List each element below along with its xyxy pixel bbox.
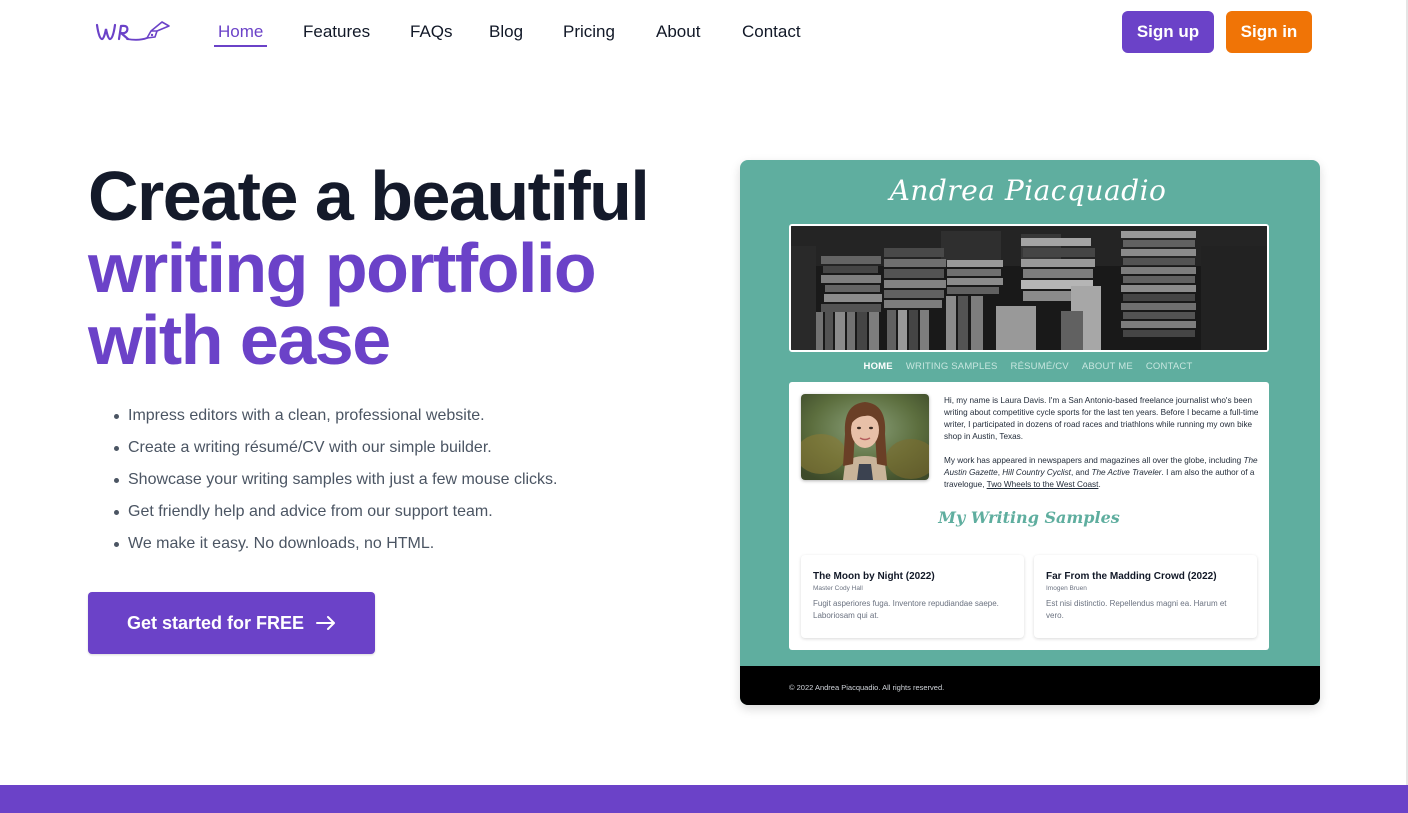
bio-text: . (1098, 480, 1101, 489)
nav-home[interactable]: Home (218, 21, 263, 43)
preview-copyright: © 2022 Andrea Piacquadio. All rights res… (789, 683, 945, 692)
feature-text: Impress editors with a clean, profession… (128, 407, 485, 424)
get-started-button[interactable]: Get started for FREE (88, 592, 375, 654)
bullet-icon (114, 478, 119, 483)
bullet-icon (114, 510, 119, 515)
bio-paragraph-1: Hi, my name is Laura Davis. I'm a San An… (944, 396, 1259, 441)
preview-nav-resume[interactable]: RÉSUMÉ/CV (1011, 361, 1069, 372)
preview-site-name: Andrea Piacquadio (889, 174, 1167, 207)
bullet-icon (114, 446, 119, 451)
portrait-image (801, 394, 929, 480)
active-nav-indicator (214, 45, 267, 47)
sign-in-button[interactable]: Sign in (1226, 11, 1312, 53)
author-bio: Hi, my name is Laura Davis. I'm a San An… (944, 395, 1259, 491)
author-photo (801, 394, 929, 480)
preview-footer: © 2022 Andrea Piacquadio. All rights res… (740, 666, 1320, 705)
feature-text: Showcase your writing samples with just … (128, 471, 558, 488)
sample-description: Fugit asperiores fuga. Inventore repudia… (813, 599, 999, 620)
hero-title-line-3: with ease (88, 301, 391, 379)
bookstack-image (791, 226, 1267, 350)
sample-author: Master Cody Hall (813, 585, 863, 592)
feature-item: Impress editors with a clean, profession… (114, 400, 558, 432)
feature-list: Impress editors with a clean, profession… (114, 400, 558, 560)
bio-text: , and (1070, 468, 1092, 477)
hero-title-line-2: writing portfolio (88, 229, 597, 307)
arrow-right-icon (316, 616, 336, 630)
get-started-label: Get started for FREE (126, 612, 305, 633)
publication-name: The Active Traveler (1091, 468, 1162, 477)
sample-title: The Moon by Night (2022) (813, 571, 935, 582)
preview-nav-home[interactable]: HOME (864, 361, 893, 372)
book-link[interactable]: Two Wheels to the West Coast (987, 480, 1099, 489)
sample-author: Imogen Bruen (1046, 585, 1087, 592)
feature-text: We make it easy. No downloads, no HTML. (128, 535, 435, 552)
writing-sample-card[interactable]: The Moon by Night (2022) Master Cody Hal… (801, 555, 1024, 638)
bullet-icon (114, 542, 119, 547)
next-section-band (0, 785, 1408, 813)
preview-content-card: Hi, my name is Laura Davis. I'm a San An… (789, 382, 1269, 650)
feature-item: Create a writing résumé/CV with our simp… (114, 432, 558, 464)
nav-about[interactable]: About (656, 21, 700, 43)
bio-paragraph-2: My work has appeared in newspapers and m… (944, 455, 1259, 491)
nav-pricing[interactable]: Pricing (563, 21, 615, 43)
sample-description: Est nisi distinctio. Repellendus magni e… (1046, 599, 1227, 620)
preview-banner-image (789, 224, 1269, 352)
preview-nav-contact[interactable]: CONTACT (1146, 361, 1193, 372)
sample-title: Far From the Madding Crowd (2022) (1046, 571, 1217, 582)
feature-text: Get friendly help and advice from our su… (128, 503, 493, 520)
bullet-icon (114, 414, 119, 419)
bio-text: My work has appeared in newspapers and m… (944, 456, 1244, 465)
sign-up-button[interactable]: Sign up (1122, 11, 1214, 53)
feature-text: Create a writing résumé/CV with our simp… (128, 439, 492, 456)
writing-samples-heading: My Writing Samples (938, 508, 1120, 527)
preview-nav: HOME WRITING SAMPLES RÉSUMÉ/CV ABOUT ME … (740, 361, 1320, 372)
hero-title-line-1: Create a beautiful (88, 157, 650, 235)
preview-nav-about-me[interactable]: ABOUT ME (1082, 361, 1133, 372)
site-header: Home Features FAQs Blog Pricing About Co… (0, 0, 1408, 64)
writing-sample-card[interactable]: Far From the Madding Crowd (2022) Imogen… (1034, 555, 1257, 638)
portfolio-preview: Andrea Piacquadio HOME WRITING SAMPLES R… (740, 160, 1320, 705)
publication-name: Hill Country Cyclist (1002, 468, 1071, 477)
feature-item: Showcase your writing samples with just … (114, 464, 558, 496)
nav-features[interactable]: Features (303, 21, 370, 43)
hero-title: Create a beautiful writing portfolio wit… (88, 157, 650, 379)
preview-nav-writing-samples[interactable]: WRITING SAMPLES (906, 361, 998, 372)
feature-item: We make it easy. No downloads, no HTML. (114, 528, 558, 560)
nav-faqs[interactable]: FAQs (410, 21, 453, 43)
nav-contact[interactable]: Contact (742, 21, 801, 43)
nav-blog[interactable]: Blog (489, 21, 523, 43)
logo-icon[interactable] (94, 17, 176, 47)
feature-item: Get friendly help and advice from our su… (114, 496, 558, 528)
